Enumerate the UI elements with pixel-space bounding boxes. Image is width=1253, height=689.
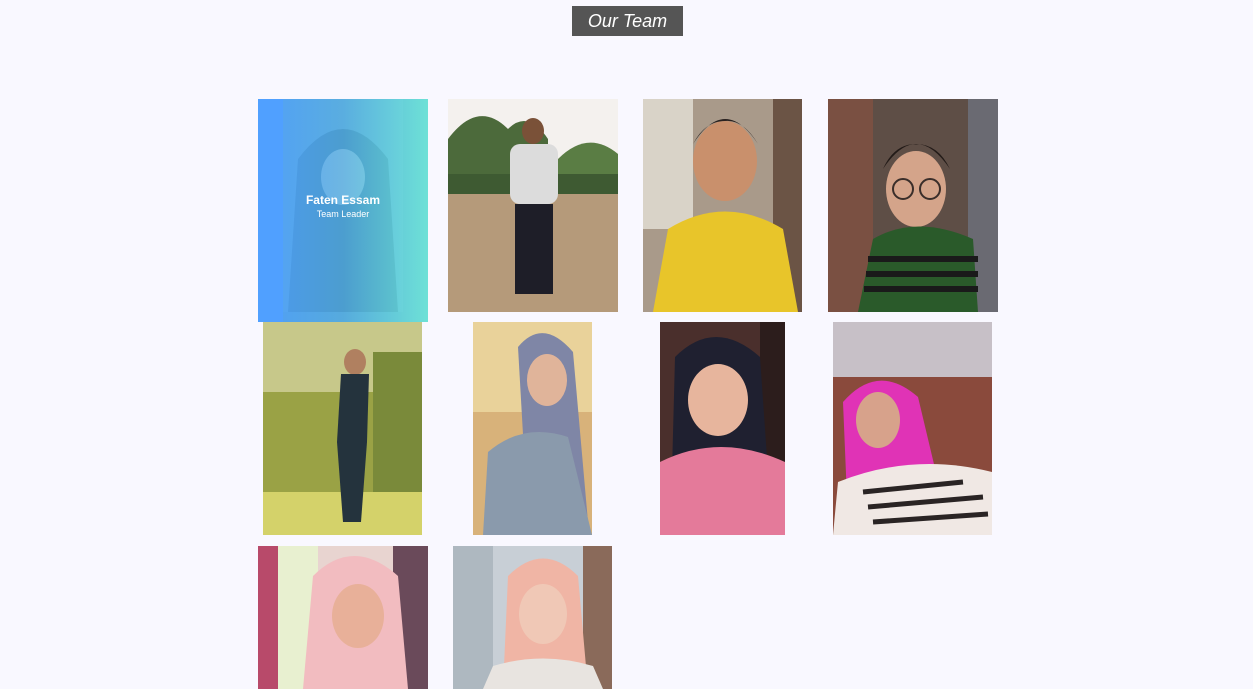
team-member-card[interactable] <box>448 99 618 312</box>
member-role: Team Leader <box>316 208 370 219</box>
team-member-card[interactable]: Faten Essam Team Leader <box>258 99 428 322</box>
team-member-card[interactable] <box>833 322 992 535</box>
overlay-accent-strip <box>258 99 283 322</box>
member-photo <box>828 99 998 312</box>
member-photo <box>448 99 618 312</box>
member-photo <box>453 546 612 689</box>
member-photo <box>473 322 592 535</box>
team-member-card[interactable] <box>473 322 592 535</box>
team-member-card[interactable] <box>660 322 785 535</box>
team-member-card[interactable] <box>453 546 612 689</box>
team-member-card[interactable] <box>643 99 802 312</box>
member-photo <box>263 322 422 535</box>
member-photo <box>258 546 428 689</box>
team-member-card[interactable] <box>828 99 998 312</box>
member-name: Faten Essam <box>305 192 381 207</box>
team-member-card[interactable] <box>258 546 428 689</box>
page-title: Our Team <box>572 6 683 36</box>
member-photo <box>660 322 785 535</box>
team-member-card[interactable] <box>263 322 422 535</box>
member-photo <box>643 99 802 312</box>
member-overlay: Faten Essam Team Leader <box>258 99 428 322</box>
member-photo <box>833 322 992 535</box>
